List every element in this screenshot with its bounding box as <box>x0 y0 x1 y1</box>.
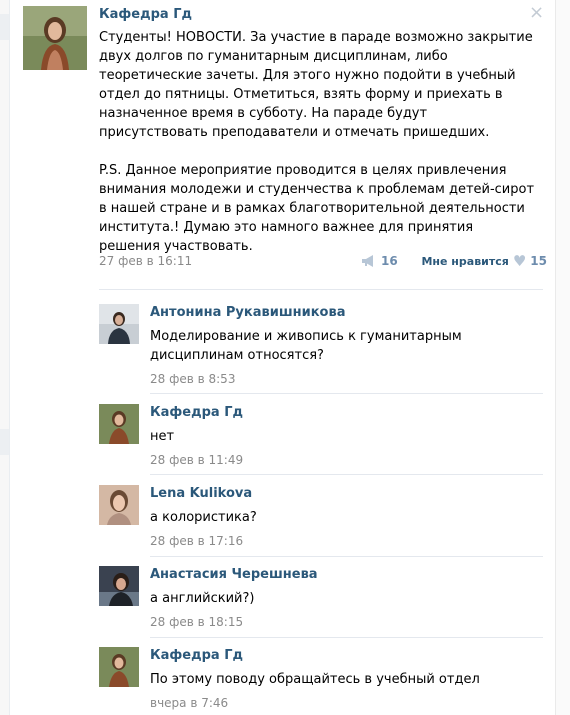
avatar[interactable] <box>99 404 139 444</box>
post-ps-line: в нашей стране и в рамках благотворитель… <box>99 201 525 216</box>
post-text-line: Студенты! НОВОСТИ. За участие в параде в… <box>99 30 533 45</box>
avatar-photo <box>23 6 87 70</box>
post-ps-line: внимания молодежи и студенчества к пробл… <box>99 182 535 197</box>
gutter-marker <box>0 429 9 455</box>
comment-text-line: По этому поводу обращайтесь в учебный от… <box>150 672 480 687</box>
comment-date-link[interactable]: 28 фев в 18:15 <box>150 615 540 629</box>
comment-text-line: а английский?) <box>150 591 255 606</box>
avatar-photo <box>99 647 139 687</box>
like-label: Мне нравится <box>421 254 509 268</box>
comment-author-link[interactable]: Анастасия Черешнева <box>150 566 540 584</box>
comment-date-link[interactable]: 28 фев в 17:16 <box>150 534 540 548</box>
share-button[interactable]: 16 <box>361 254 398 268</box>
post-text-line: двух долгов по гуманитарным дисциплинам,… <box>99 49 448 64</box>
avatar-photo <box>99 304 139 344</box>
comment-text: а колористика? <box>150 508 540 527</box>
avatar-photo <box>99 404 139 444</box>
avatar[interactable] <box>99 647 139 687</box>
post-footer: 27 фев в 16:11 16 Мне нравится ♥ 15 <box>99 254 547 274</box>
post-text-line: отдел до пятницы. Отметиться, взять форм… <box>99 87 503 102</box>
comment-date-link[interactable]: вчера в 7:46 <box>150 696 540 710</box>
like-count: 15 <box>530 254 547 268</box>
comment-author-link[interactable]: Кафедра Гд <box>150 647 540 665</box>
divider <box>150 393 543 394</box>
post-date-link[interactable]: 27 фев в 16:11 <box>99 254 192 268</box>
divider <box>150 556 543 557</box>
comment-text-line: а колористика? <box>150 510 257 525</box>
comment-author-link[interactable]: Антонина Рукавишникова <box>150 304 540 322</box>
like-button[interactable]: Мне нравится ♥ 15 <box>421 252 547 270</box>
avatar-photo <box>99 485 139 525</box>
gutter-marker <box>0 14 9 40</box>
post-author-link[interactable]: Кафедра Гд <box>99 6 539 24</box>
megaphone-icon <box>362 255 373 267</box>
divider <box>150 637 543 638</box>
post-text-line: теоретические зачеты. Для этого нужно по… <box>99 68 516 83</box>
post-text-line: присутствовать преподаватели и отмечать … <box>99 125 490 140</box>
comment-text: Моделирование и живопись к гуманитарным … <box>150 327 540 365</box>
comment-author-link[interactable]: Lena Kulikova <box>150 485 540 503</box>
right-page-gutter <box>555 0 570 715</box>
comment-date-link[interactable]: 28 фев в 8:53 <box>150 372 540 386</box>
avatar[interactable] <box>23 6 87 70</box>
post-ps-line: P.S. Данное мероприятие проводится в цел… <box>99 163 507 178</box>
post-text-line: назначенное время в субботу. На параде б… <box>99 106 428 121</box>
divider <box>150 474 543 475</box>
comment-text: а английский?) <box>150 589 540 608</box>
post-text: Студенты! НОВОСТИ. За участие в параде в… <box>99 28 539 256</box>
avatar[interactable] <box>99 566 139 606</box>
heart-icon: ♥ <box>512 252 527 270</box>
comment-text-line: нет <box>150 429 175 444</box>
post-ps-line: института.! Думаю это намного важнее для… <box>99 220 474 235</box>
avatar[interactable] <box>99 304 139 344</box>
avatar[interactable] <box>99 485 139 525</box>
comment-text: По этому поводу обращайтесь в учебный от… <box>150 670 540 689</box>
comment-text-line: Моделирование и живопись к гуманитарным <box>150 329 462 344</box>
comment-date-link[interactable]: 28 фев в 11:49 <box>150 453 540 467</box>
share-count: 16 <box>381 254 398 268</box>
comment-author-link[interactable]: Кафедра Гд <box>150 404 540 422</box>
left-page-gutter <box>0 0 10 715</box>
avatar-photo <box>99 566 139 606</box>
comment-text-line: дисциплинам относятся? <box>150 348 324 363</box>
comment-text: нет <box>150 427 540 446</box>
divider <box>99 289 543 290</box>
